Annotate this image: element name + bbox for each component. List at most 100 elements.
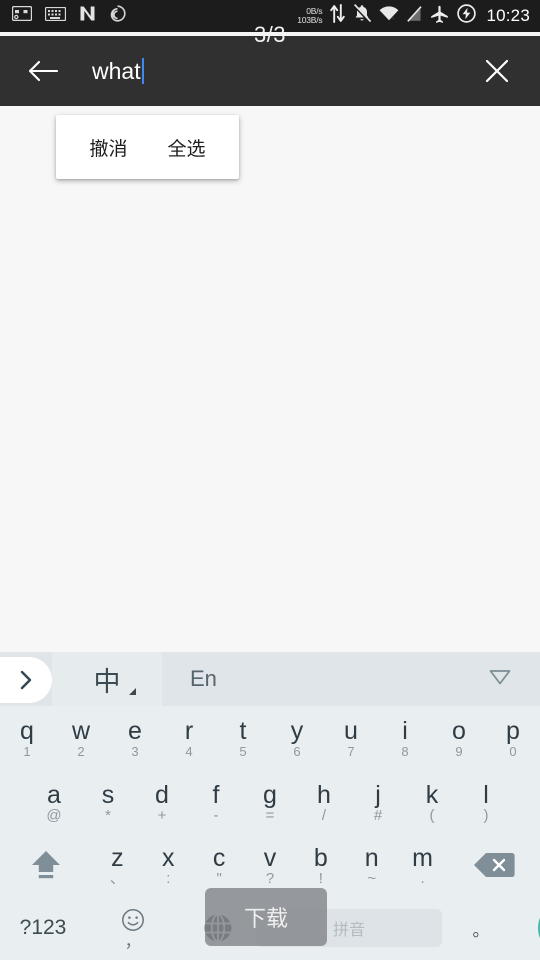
- key-f[interactable]: f-: [189, 770, 243, 834]
- key-label: h: [317, 780, 331, 809]
- key-j[interactable]: j #: [351, 770, 405, 834]
- key-sublabel: 6: [293, 743, 301, 759]
- key-sublabel: *: [105, 806, 111, 824]
- backspace-icon: [474, 853, 515, 877]
- keyboard-dropdown-button[interactable]: [488, 668, 512, 691]
- key-sublabel: :: [166, 869, 171, 887]
- key-l[interactable]: l): [459, 770, 513, 834]
- emoji-key[interactable]: ，: [86, 896, 180, 960]
- key-label: b: [313, 843, 328, 872]
- language-tab-chinese[interactable]: 中: [52, 652, 162, 706]
- key-h[interactable]: h /: [297, 770, 351, 834]
- key-label: x: [162, 843, 175, 872]
- key-label: t: [239, 716, 247, 745]
- key-sublabel: =: [265, 806, 275, 824]
- key-g[interactable]: g =: [243, 770, 297, 834]
- search-enter-key[interactable]: [520, 896, 540, 960]
- key-w[interactable]: w2: [54, 706, 108, 770]
- chevron-right-icon: [20, 670, 32, 690]
- key-label: y: [290, 716, 304, 745]
- keyboard-row-1: q1 w2 e3 r4 t5 y6 u7 i8 o9 p0: [0, 706, 540, 770]
- key-label: d: [155, 780, 169, 809]
- keyboard-toolbar: 中 En: [0, 652, 540, 706]
- backspace-key[interactable]: [448, 834, 540, 896]
- data-transfer-icon: [330, 4, 346, 28]
- network-speed: 0B/s 103B/s: [297, 6, 323, 26]
- sim-card-icon: [11, 5, 33, 26]
- status-bar-clock: 10:23: [486, 6, 530, 25]
- key-r[interactable]: r4: [162, 706, 216, 770]
- key-z[interactable]: z、: [92, 834, 143, 896]
- key-x[interactable]: x:: [143, 834, 194, 896]
- close-icon: [485, 59, 509, 83]
- keyboard-expand-button[interactable]: [0, 657, 52, 703]
- language-chinese-label: 中: [93, 666, 121, 698]
- key-s[interactable]: s *: [81, 770, 135, 834]
- key-d[interactable]: d +: [135, 770, 189, 834]
- key-label: q: [20, 716, 34, 745]
- key-label: o: [452, 716, 466, 745]
- status-bar-left-icons: [11, 5, 126, 27]
- popup-select-all-button[interactable]: 全选: [168, 134, 206, 161]
- key-label: a: [47, 780, 61, 809]
- key-q[interactable]: q1: [0, 706, 54, 770]
- key-e[interactable]: e3: [108, 706, 162, 770]
- language-english-label[interactable]: En: [190, 666, 217, 692]
- key-y[interactable]: y6: [270, 706, 324, 770]
- key-label: l: [483, 780, 489, 809]
- key-m[interactable]: m.: [397, 834, 448, 896]
- shift-key[interactable]: [0, 834, 92, 896]
- keyboard-row-2: a @ s * d + f- g = h / j # k( l): [0, 770, 540, 834]
- airplane-mode-icon: [430, 5, 449, 28]
- key-a[interactable]: a @: [27, 770, 81, 834]
- key-label: i: [402, 716, 408, 745]
- period-key-label: 。: [472, 920, 490, 941]
- key-p[interactable]: p0: [486, 706, 540, 770]
- network-speed-down: 103B/s: [297, 15, 323, 25]
- key-sublabel: 2: [77, 743, 85, 759]
- search-input[interactable]: what: [92, 50, 476, 92]
- key-t[interactable]: t5: [216, 706, 270, 770]
- nova-launcher-icon: [79, 5, 96, 27]
- key-v[interactable]: v?: [245, 834, 296, 896]
- symbols-key-label: ?123: [19, 916, 67, 939]
- content-area: 撤消 全选: [0, 106, 540, 652]
- key-sublabel: 4: [185, 743, 193, 759]
- key-b[interactable]: b!: [295, 834, 346, 896]
- signal-off-icon: [407, 5, 423, 27]
- key-sublabel: #: [373, 806, 383, 824]
- key-sublabel: 9: [455, 743, 463, 759]
- clear-search-button[interactable]: [476, 50, 518, 92]
- emoji-smiley-icon: [122, 909, 144, 931]
- period-key[interactable]: 。: [442, 896, 520, 960]
- phone-screen: 0B/s 103B/s 10:23 3/3 what 撤消 全选 中 En q …: [0, 0, 540, 960]
- key-label: p: [506, 716, 520, 745]
- key-label: z: [111, 843, 124, 872]
- key-label: r: [184, 716, 194, 745]
- key-label: f: [212, 780, 220, 809]
- back-button[interactable]: [22, 50, 64, 92]
- download-toast-label: 下载: [243, 907, 288, 932]
- key-sublabel: /: [321, 806, 327, 824]
- key-n[interactable]: n ~: [346, 834, 397, 896]
- key-k[interactable]: k(: [405, 770, 459, 834]
- key-label: n: [364, 843, 379, 872]
- search-input-value: what: [92, 57, 141, 84]
- key-i[interactable]: i8: [378, 706, 432, 770]
- key-sublabel: @: [46, 806, 62, 824]
- key-u[interactable]: u7: [324, 706, 378, 770]
- key-label: u: [344, 716, 358, 745]
- key-label: g: [263, 780, 277, 809]
- search-app-bar: what: [0, 36, 540, 106]
- key-label: m: [412, 843, 433, 872]
- symbols-key[interactable]: ?123: [0, 896, 86, 960]
- popup-undo-button[interactable]: 撤消: [89, 134, 127, 161]
- chevron-down-icon: [489, 669, 511, 684]
- key-sublabel: -: [213, 806, 219, 824]
- language-corner-indicator-icon: [129, 688, 136, 695]
- key-c[interactable]: c ": [194, 834, 245, 896]
- wifi-icon: [379, 6, 399, 26]
- key-o[interactable]: o9: [432, 706, 486, 770]
- key-sublabel: ": [216, 869, 222, 887]
- key-sublabel: !: [318, 869, 323, 887]
